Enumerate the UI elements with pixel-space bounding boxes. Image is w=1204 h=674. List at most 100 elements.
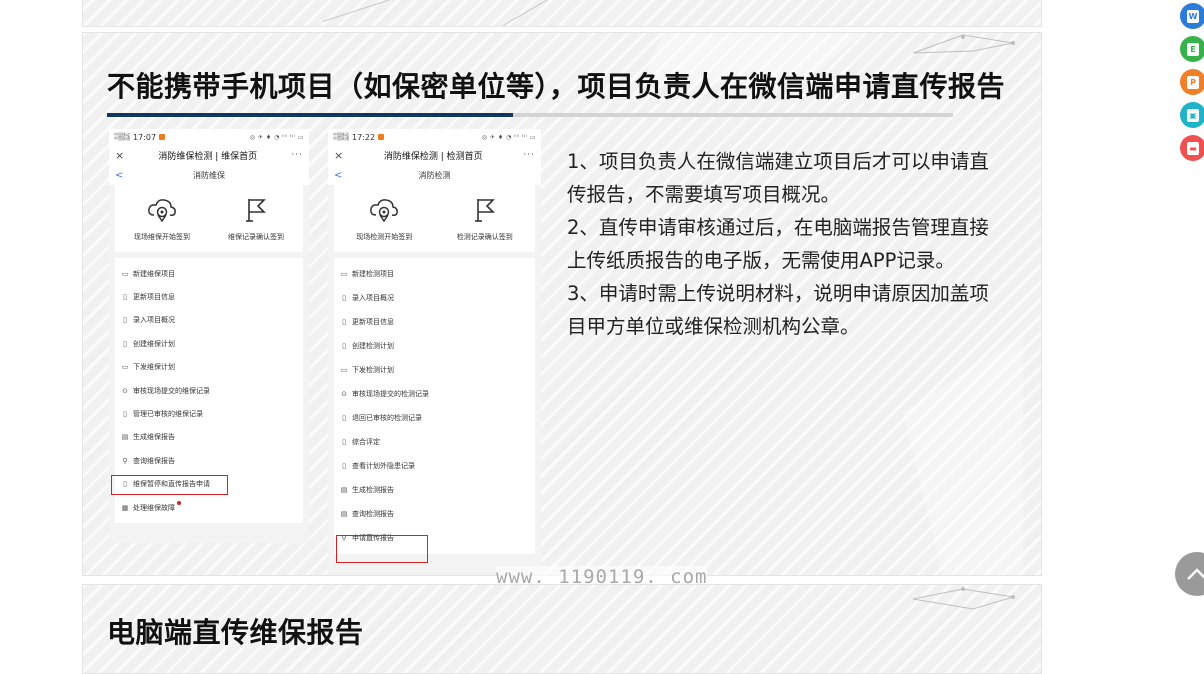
- menu-item-icon: ▭: [121, 363, 129, 372]
- flag-icon: [474, 199, 495, 222]
- notification-icon: [378, 134, 385, 140]
- menu-item-icon: ▤: [340, 486, 348, 494]
- menu-item[interactable]: ▯ 查看计划外隐患记录: [334, 454, 535, 478]
- more-icon[interactable]: ···: [523, 150, 535, 160]
- instruction-step-1: 1、项目负责人在微信端建立项目后才可以申请直传报告，不需要填写项目概况。: [567, 150, 989, 206]
- notification-icon: [159, 134, 166, 140]
- menu-item-icon: ▦: [121, 503, 129, 512]
- close-icon[interactable]: ×: [115, 149, 124, 162]
- chevron-up-icon: [1187, 568, 1204, 580]
- menu-item[interactable]: ⊙ 审核现场提交的检测记录: [334, 382, 535, 406]
- sub-header: < 消防维保: [109, 165, 309, 185]
- flag-icon: [246, 199, 266, 222]
- menu-item-icon: ▯: [342, 342, 346, 350]
- sub-header: < 消防检测: [328, 165, 541, 185]
- sub-title: 消防检测: [418, 170, 451, 180]
- carrier-label: 中国移动 中国联通: [333, 132, 349, 141]
- close-icon[interactable]: ×: [334, 149, 343, 162]
- menu-item-icon: ▭: [121, 269, 129, 278]
- confirm-signin-button[interactable]: 维保记录确认签到: [228, 197, 284, 242]
- cloud-location-icon: [370, 199, 399, 223]
- menu-item[interactable]: ▤ 生成检测报告: [334, 478, 535, 502]
- sub-title: 消防维保: [193, 170, 225, 180]
- section-title: 电脑端直传维保报告: [107, 616, 364, 649]
- start-signin-button[interactable]: 现场维保开始签到: [134, 197, 190, 242]
- menu-item-icon: ▯: [123, 410, 127, 419]
- status-time: 17:07: [133, 132, 157, 142]
- ppt-icon[interactable]: P: [1180, 69, 1204, 95]
- excel-icon[interactable]: E: [1180, 36, 1204, 62]
- main-slide: 不能携带手机项目（如保密单位等），项目负责人在微信端申请直传报告 中国移动 中国…: [82, 32, 1042, 576]
- menu-item[interactable]: ▯ 创建检测计划: [334, 334, 535, 358]
- menu-item-icon: ▯: [123, 293, 127, 302]
- menu-item[interactable]: ▭ 下发维保计划: [115, 356, 303, 379]
- phone-screenshot-maintenance: 中国移动 中国联通 17:07 ◎ ✈ ♦ ◔ ᵗᴵˡ ᵗᴵˡ ▭ × 消防维保…: [109, 129, 309, 543]
- menu-item-icon: ▯: [342, 294, 346, 302]
- status-bar: 中国移动 中国联通 17:22 ◎ ✈ ♦ ◔ ᵗᴵˡ ᵗᴵˡ ▭: [328, 129, 541, 145]
- start-signin-button[interactable]: 现场检测开始签到: [356, 197, 412, 242]
- nav-title: 消防维保检测 | 检测首页: [383, 151, 483, 162]
- phone-screenshot-inspection: 中国移动 中国联通 17:22 ◎ ✈ ♦ ◔ ᵗᴵˡ ᵗᴵˡ ▭ × 消防维保…: [328, 129, 541, 575]
- back-to-top-button[interactable]: [1175, 552, 1204, 596]
- menu-item-icon: ▭: [340, 270, 348, 278]
- wechat-nav-bar: × 消防维保检测 | 维保首页 ···: [109, 145, 309, 165]
- menu-item-icon: ▯: [123, 316, 127, 325]
- title-underline: [107, 113, 953, 117]
- menu-item-icon: ▯: [342, 438, 346, 446]
- menu-item[interactable]: ⚲ 查询维保报告: [115, 449, 303, 472]
- menu-item[interactable]: ▯ 管理已审核的维保记录: [115, 402, 303, 425]
- cloud-location-icon: [148, 199, 176, 223]
- side-toolbar: W E P ▣ ▬: [1180, 3, 1204, 161]
- menu-item[interactable]: ▭ 新建检测项目: [334, 262, 535, 286]
- menu-item[interactable]: ▯ 创建维保计划: [115, 332, 303, 355]
- menu-item[interactable]: ⊙ 审核现场提交的维保记录: [115, 379, 303, 402]
- menu-item[interactable]: ▦ 处理维保故障: [115, 496, 303, 519]
- menu-item[interactable]: ▯ 综合评定: [334, 430, 535, 454]
- menu-item-icon: ⊙: [122, 386, 128, 395]
- nav-title: 消防维保检测 | 维保首页: [158, 151, 258, 162]
- menu-item[interactable]: ▭ 新建维保项目: [115, 262, 303, 285]
- word-icon[interactable]: W: [1180, 3, 1204, 29]
- menu-item-icon: ▯: [342, 462, 346, 470]
- wechat-nav-bar: × 消防维保检测 | 检测首页 ···: [328, 145, 541, 165]
- highlight-box: [111, 475, 228, 495]
- menu-item[interactable]: ▭ 下发检测计划: [334, 358, 535, 382]
- menu-item[interactable]: ▤ 生成维保报告: [115, 426, 303, 449]
- menu-item[interactable]: ▯ 录入项目概况: [334, 286, 535, 310]
- more-icon[interactable]: ···: [291, 150, 303, 160]
- menu-item[interactable]: ▯ 退回已审核的检测记录: [334, 406, 535, 430]
- decorative-lines: [912, 587, 1015, 610]
- image-icon[interactable]: ▣: [1180, 102, 1204, 128]
- carrier-label: 中国移动 中国联通: [114, 132, 130, 141]
- back-icon[interactable]: <: [115, 170, 123, 181]
- print-icon[interactable]: ▬: [1180, 135, 1204, 161]
- function-menu: ▭ 新建检测项目 ▯ 录入项目概况 ▯ 更新项目信息 ▯ 创建检测计划 ▭ 下发检测计划 …: [334, 258, 535, 554]
- signin-card: 现场维保开始签到 维保记录确认签到: [115, 185, 303, 252]
- status-time: 17:22: [352, 132, 376, 142]
- menu-item[interactable]: ▤ 查询检测报告: [334, 502, 535, 526]
- status-bar: 中国移动 中国联通 17:07 ◎ ✈ ♦ ◔ ᵗᴵˡ ᵗᴵˡ ▭: [109, 129, 309, 145]
- next-slide: 电脑端直传维保报告: [82, 584, 1042, 674]
- menu-item-icon: ⚲: [122, 456, 128, 465]
- menu-item-icon: ▯: [123, 339, 127, 348]
- menu-item[interactable]: ▯ 更新项目信息: [115, 285, 303, 308]
- instruction-step-3: 3、申请时需上传说明材料，说明申请原因加盖项目甲方单位或维保检测机构公章。: [567, 282, 989, 338]
- menu-item-icon: ▯: [342, 414, 346, 422]
- menu-item-icon: ▭: [340, 366, 348, 374]
- status-icons: ◎ ✈ ♦ ◔ ᵗᴵˡ ᵗᴵˡ ▭: [481, 133, 536, 141]
- menu-item-icon: ▤: [121, 433, 129, 442]
- menu-item-icon: ▤: [340, 510, 348, 518]
- page-title: 不能携带手机项目（如保密单位等），项目负责人在微信端申请直传报告: [107, 70, 1006, 103]
- status-icons: ◎ ✈ ♦ ◔ ᵗᴵˡ ᵗᴵˡ ▭: [249, 133, 304, 141]
- red-dot-marker: [177, 501, 181, 505]
- back-icon[interactable]: <: [334, 170, 342, 181]
- menu-item[interactable]: ▯ 录入项目概况: [115, 309, 303, 332]
- menu-item-icon: ⊙: [341, 390, 347, 398]
- menu-item[interactable]: ▯ 更新项目信息: [334, 310, 535, 334]
- instruction-step-2: 2、直传申请审核通过后，在电脑端报告管理直接上传纸质报告的电子版，无需使用APP…: [567, 216, 989, 272]
- highlight-box: [336, 535, 428, 563]
- signin-card: 现场检测开始签到 检测记录确认签到: [334, 185, 535, 252]
- menu-item-icon: ▯: [342, 318, 346, 326]
- instruction-text: 1、项目负责人在微信端建立项目后才可以申请直传报告，不需要填写项目概况。 2、直…: [567, 145, 997, 343]
- confirm-signin-button[interactable]: 检测记录确认签到: [457, 197, 513, 242]
